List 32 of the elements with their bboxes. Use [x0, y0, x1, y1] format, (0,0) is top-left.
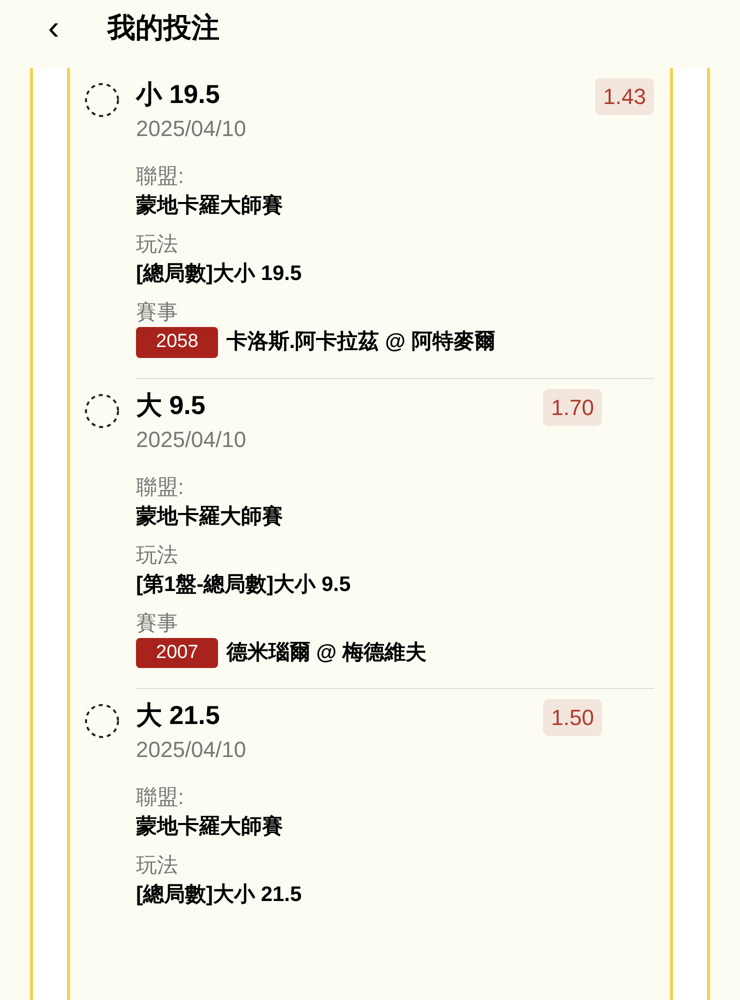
radio-circle-icon[interactable] [84, 703, 120, 739]
field-value: 卡洛斯.阿卡拉茲 @ 阿特麥爾 [226, 329, 496, 356]
bet-selection: 大 21.5 [136, 699, 220, 731]
field-value: [總局數]大小 21.5 [136, 882, 302, 908]
field-label: 聯盟: [136, 474, 185, 500]
field-value: 蒙地卡羅大師賽 [136, 504, 283, 530]
field-label: 玩法 [136, 542, 179, 568]
field-label: 賽事 [136, 300, 179, 326]
field-value: [第1盤-總局數]大小 9.5 [136, 572, 351, 598]
odds-badge: 1.70 [543, 388, 602, 426]
field-label: 聯盟: [136, 785, 185, 811]
match-id-badge: 2058 [136, 327, 218, 358]
odds-badge: 1.50 [543, 699, 602, 736]
field-label: 聯盟: [136, 164, 185, 190]
odds-badge: 1.43 [595, 78, 654, 115]
radio-circle-icon[interactable] [84, 392, 120, 428]
bet-selection: 大 9.5 [136, 388, 206, 420]
radio-circle-icon[interactable] [84, 82, 120, 118]
bet-date: 2025/04/10 [136, 426, 248, 454]
field-value: 蒙地卡羅大師賽 [136, 192, 283, 219]
field-value: 蒙地卡羅大師賽 [136, 814, 283, 840]
bet-date: 2025/04/10 [136, 736, 248, 764]
field-value: 德米瑙爾 @ 梅德維夫 [226, 640, 426, 666]
field-value: [總局數]大小 19.5 [136, 261, 302, 287]
back-button[interactable]: ‹ [48, 11, 60, 45]
bet-selection: 小 19.5 [136, 78, 220, 110]
page-title: 我的投注 [107, 11, 220, 45]
field-label: 玩法 [136, 232, 179, 258]
field-label: 玩法 [136, 853, 179, 879]
bet-date: 2025/04/10 [136, 115, 248, 143]
match-id-badge: 2007 [136, 638, 218, 668]
field-label: 賽事 [136, 610, 179, 636]
